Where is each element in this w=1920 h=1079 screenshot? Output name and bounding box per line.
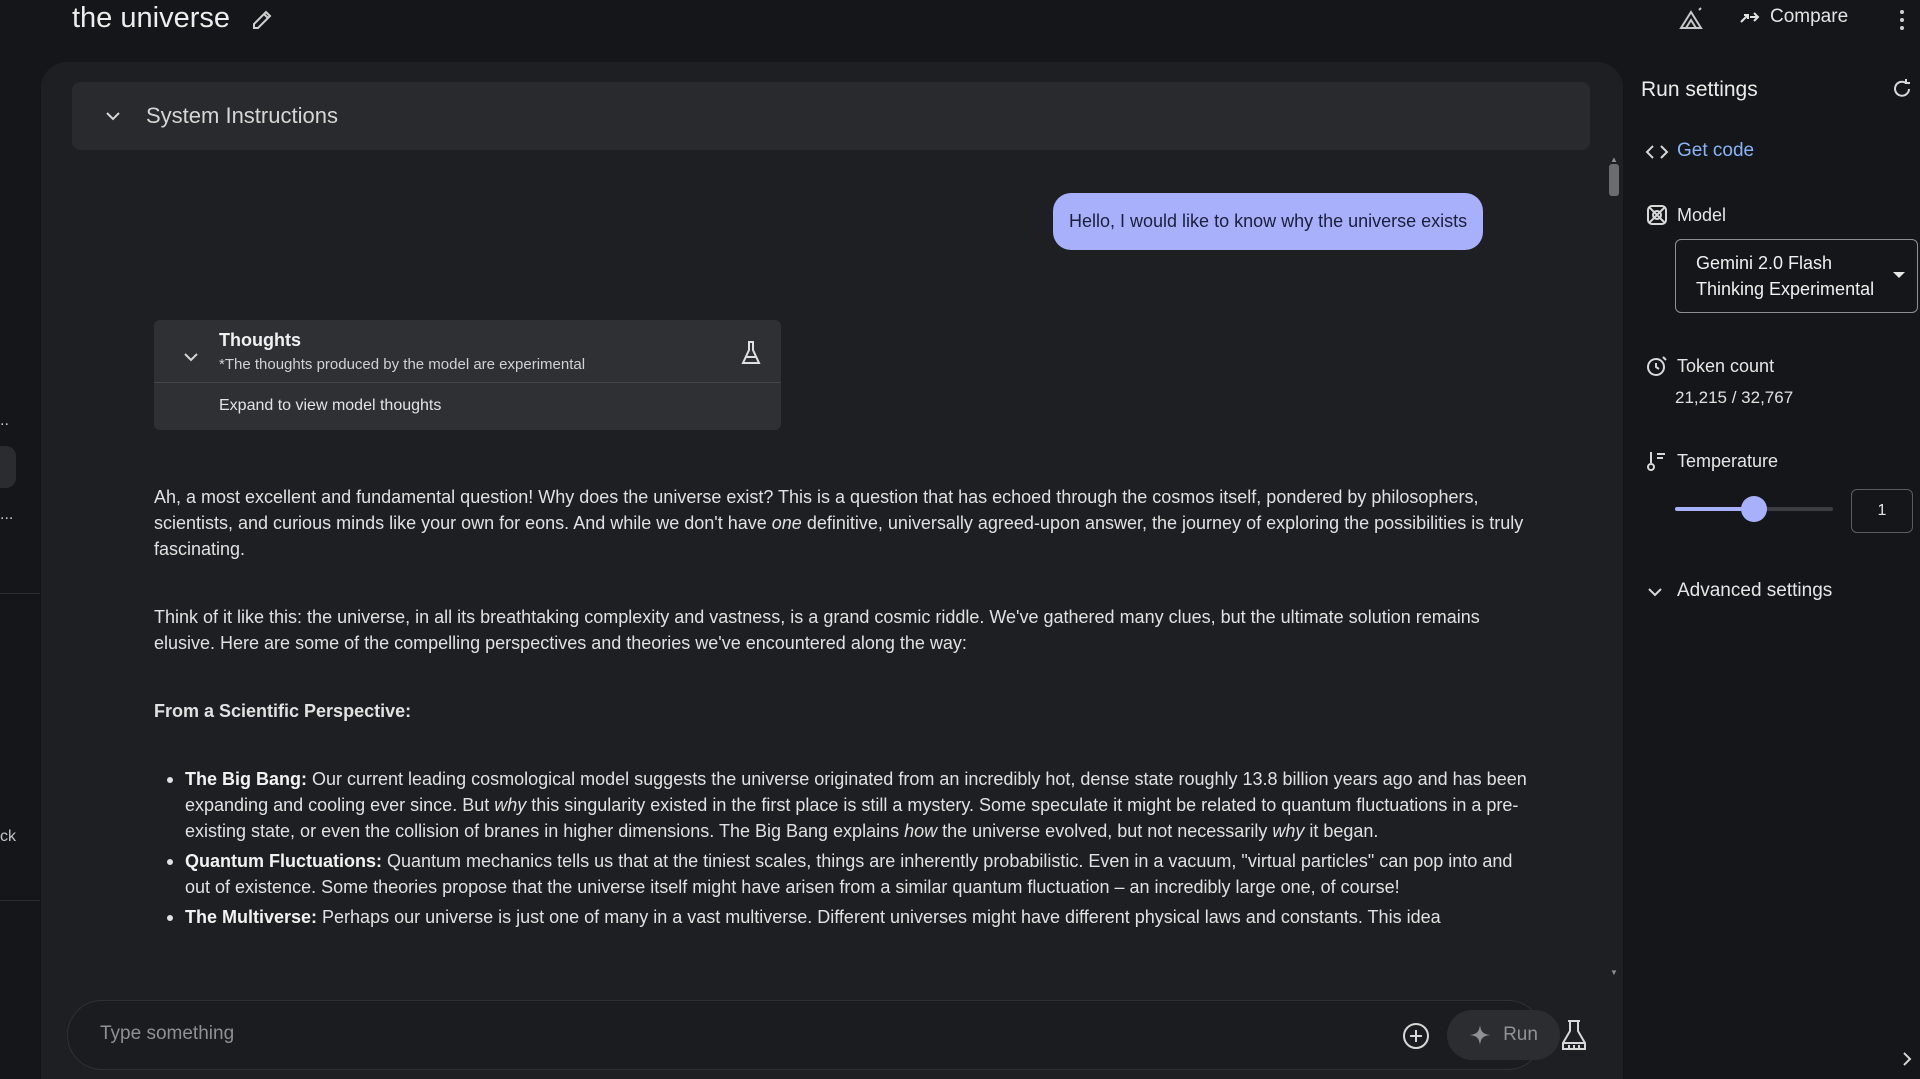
model-select-value: Thinking Experimental [1696,279,1875,299]
add-circle-icon[interactable] [1401,1021,1431,1051]
compare-icon [1740,12,1760,23]
temperature-label: Temperature [1677,451,1779,471]
response-paragraph: Ah, a most excellent and fundamental que… [154,487,1524,559]
thoughts-subtitle: *The thoughts produced by the model are … [219,356,586,373]
nav-fragment[interactable]: ... [0,506,13,524]
edit-icon[interactable] [250,8,274,32]
chevron-down-icon[interactable] [1645,582,1665,602]
run-settings-title: Run settings [1641,78,1758,101]
top-bar: the universe Compare [0,0,1920,48]
chevron-right-icon[interactable] [1900,1050,1914,1068]
token-count-value: 21,215 / 32,767 [1675,388,1794,407]
system-instructions-label: System Instructions [146,103,338,128]
model-select-value: Gemini 2.0 Flash [1696,253,1833,273]
left-nav: .. ... ck [0,0,40,1079]
scroll-up-arrow[interactable]: ▲ [1610,155,1618,164]
run-label: Run [1503,1024,1538,1045]
model-select[interactable]: Gemini 2.0 Flash Thinking Experimental [1675,239,1918,313]
scrollbar-thumb[interactable] [1609,164,1619,196]
more-vert-icon[interactable] [1896,8,1908,32]
code-icon[interactable] [1645,140,1669,164]
model-response: Ah, a most excellent and fundamental que… [154,484,1534,934]
chat-panel: System Instructions ▲ ▼ Hello, I would l… [41,62,1623,1079]
app-window: .. ... ck the universe Compare System In… [0,0,1920,1079]
token-icon [1647,356,1667,376]
model-icon [1647,205,1667,225]
nav-selected-indicator [0,446,16,488]
list-item: Quantum Fluctuations: Quantum mechanics … [167,848,1534,900]
system-instructions-bar[interactable]: System Instructions [72,82,1590,150]
run-settings-panel: Run settings Get code Model Gemini 2.0 F… [1623,60,1920,1079]
expand-thoughts-link[interactable]: Expand to view model thoughts [219,397,441,415]
scroll-down-arrow[interactable]: ▼ [1610,968,1618,977]
user-message-bubble[interactable]: Hello, I would like to know why the univ… [1053,193,1484,250]
data-icon[interactable] [1677,6,1705,34]
nav-divider [0,593,40,594]
thoughts-title: Thoughts [219,330,301,350]
advanced-settings-toggle[interactable]: Advanced settings [1677,580,1832,602]
token-count-label: Token count [1677,356,1775,376]
prompt-composer[interactable]: Type something Run [67,1000,1560,1070]
list-item: The Big Bang: Our current leading cosmol… [167,766,1534,844]
chevron-down-icon[interactable] [180,346,202,368]
response-paragraph: Think of it like this: the universe, in … [154,607,1480,653]
flask-icon [741,341,761,364]
temperature-slider-thumb[interactable] [1741,496,1767,522]
caret-down-icon [1893,272,1905,278]
nav-fragment[interactable]: .. [0,412,9,430]
thoughts-divider [154,382,781,383]
thoughts-panel[interactable]: Thoughts *The thoughts produced by the m… [154,320,781,430]
list-item: The Multiverse: Perhaps our universe is … [167,904,1534,930]
reset-icon[interactable] [1891,78,1913,100]
temperature-input[interactable]: 1 [1851,489,1913,533]
sparkle-icon [1470,1025,1491,1045]
compare-button[interactable]: Compare [1738,6,1848,28]
compare-label: Compare [1770,6,1849,27]
response-heading: From a Scientific Perspective: [154,701,412,721]
flask-icon[interactable] [1559,1019,1589,1051]
prompt-input[interactable]: Type something [100,1023,234,1045]
run-button[interactable]: Run [1447,1010,1560,1060]
chevron-down-icon [106,112,120,121]
nav-fragment[interactable]: ck [0,828,16,846]
get-code-link[interactable]: Get code [1677,140,1754,162]
thermometer-icon [1647,452,1665,471]
prompt-title[interactable]: the universe [72,2,230,35]
response-list: The Big Bang: Our current leading cosmol… [154,766,1534,930]
model-label: Model [1677,205,1727,225]
nav-divider [0,900,40,901]
